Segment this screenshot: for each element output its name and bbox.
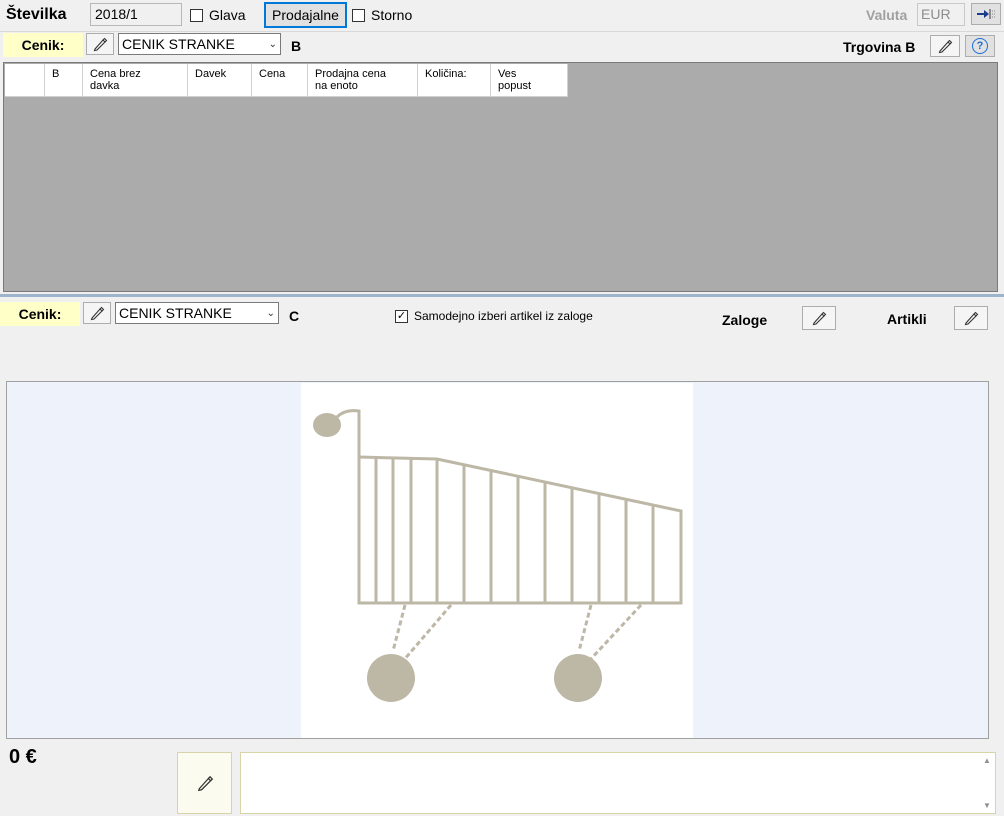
cenik-b-label: Cenik: bbox=[3, 33, 83, 57]
auto-select-checkbox-box[interactable]: ✓ bbox=[395, 309, 408, 323]
zaloge-label: Zaloge bbox=[722, 312, 768, 328]
trgovina-b-edit-button[interactable] bbox=[930, 35, 960, 57]
stevilka-label: Številka bbox=[6, 6, 67, 23]
currency-field: EUR bbox=[917, 3, 965, 26]
pencil-icon bbox=[197, 775, 213, 792]
cenik-c-select-value: CENIK STRANKE bbox=[119, 305, 232, 321]
cenik-b-select[interactable]: CENIK STRANKE ⌄ bbox=[118, 33, 281, 55]
help-icon: ? bbox=[972, 38, 988, 54]
column-header[interactable]: Ves popust bbox=[491, 64, 568, 97]
auto-select-checkbox[interactable]: ✓ Samodejno izberi artikel iz zaloge bbox=[395, 309, 593, 323]
prodajalne-button[interactable]: Prodajalne bbox=[264, 2, 347, 28]
section-c-letter: C bbox=[289, 308, 300, 324]
note-textarea[interactable]: ▲ ▼ bbox=[240, 752, 996, 814]
valuta-label: Valuta bbox=[866, 7, 908, 23]
items-grid[interactable]: B Cena brez davka Davek Cena Prodajna cen… bbox=[3, 62, 998, 292]
section-b-letter: B bbox=[291, 38, 302, 54]
column-header[interactable]: Prodajna cena na enoto bbox=[308, 64, 418, 97]
shopping-cart-icon bbox=[313, 409, 683, 702]
cart-image-panel bbox=[6, 381, 989, 739]
exit-button[interactable] bbox=[971, 3, 1001, 25]
column-header[interactable]: B bbox=[45, 64, 83, 97]
cenik-c-label: Cenik: bbox=[0, 302, 80, 326]
pencil-icon bbox=[964, 311, 979, 326]
pencil-icon bbox=[812, 311, 827, 326]
artikli-label: Artikli bbox=[887, 311, 927, 327]
cenik-c-select[interactable]: CENIK STRANKE ⌄ bbox=[115, 302, 279, 324]
storno-label: Storno bbox=[371, 7, 413, 23]
chevron-down-icon: ⌄ bbox=[266, 307, 275, 319]
storno-checkbox-box[interactable] bbox=[352, 8, 365, 22]
column-header[interactable]: Cena bbox=[252, 64, 308, 97]
artikli-edit-button[interactable] bbox=[954, 306, 988, 330]
total-amount: 0 € bbox=[9, 746, 37, 768]
column-header[interactable]: Davek bbox=[188, 64, 252, 97]
cenik-c-edit-button[interactable] bbox=[83, 302, 111, 324]
exit-arrow-icon bbox=[977, 9, 996, 19]
pencil-icon bbox=[90, 306, 105, 321]
scroll-up-icon[interactable]: ▲ bbox=[983, 756, 991, 765]
cenik-b-select-value: CENIK STRANKE bbox=[122, 36, 235, 52]
pencil-icon bbox=[938, 39, 953, 54]
glava-checkbox-box[interactable] bbox=[190, 8, 203, 22]
note-scrollbar[interactable]: ▲ ▼ bbox=[980, 754, 994, 812]
glava-label: Glava bbox=[209, 7, 246, 23]
column-header[interactable] bbox=[5, 64, 45, 97]
note-edit-button[interactable] bbox=[177, 752, 232, 814]
section-splitter[interactable] bbox=[0, 294, 1004, 297]
chevron-down-icon: ⌄ bbox=[268, 38, 277, 50]
pencil-icon bbox=[93, 37, 108, 52]
help-button[interactable]: ? bbox=[965, 35, 995, 57]
cenik-b-edit-button[interactable] bbox=[86, 33, 114, 55]
grid-header: B Cena brez davka Davek Cena Prodajna cen… bbox=[5, 64, 568, 97]
glava-checkbox[interactable]: Glava bbox=[190, 7, 246, 23]
trgovina-b-label: Trgovina B bbox=[843, 39, 916, 55]
separator bbox=[0, 31, 1004, 32]
cart-image-area bbox=[301, 383, 693, 738]
document-number-field[interactable]: 2018/1 bbox=[90, 3, 182, 26]
zaloge-edit-button[interactable] bbox=[802, 306, 836, 330]
auto-select-label: Samodejno izberi artikel iz zaloge bbox=[414, 309, 593, 323]
column-header[interactable]: Količina: bbox=[418, 64, 491, 97]
scroll-down-icon[interactable]: ▼ bbox=[983, 801, 991, 810]
column-header[interactable]: Cena brez davka bbox=[83, 64, 188, 97]
storno-checkbox[interactable]: Storno bbox=[352, 7, 412, 23]
